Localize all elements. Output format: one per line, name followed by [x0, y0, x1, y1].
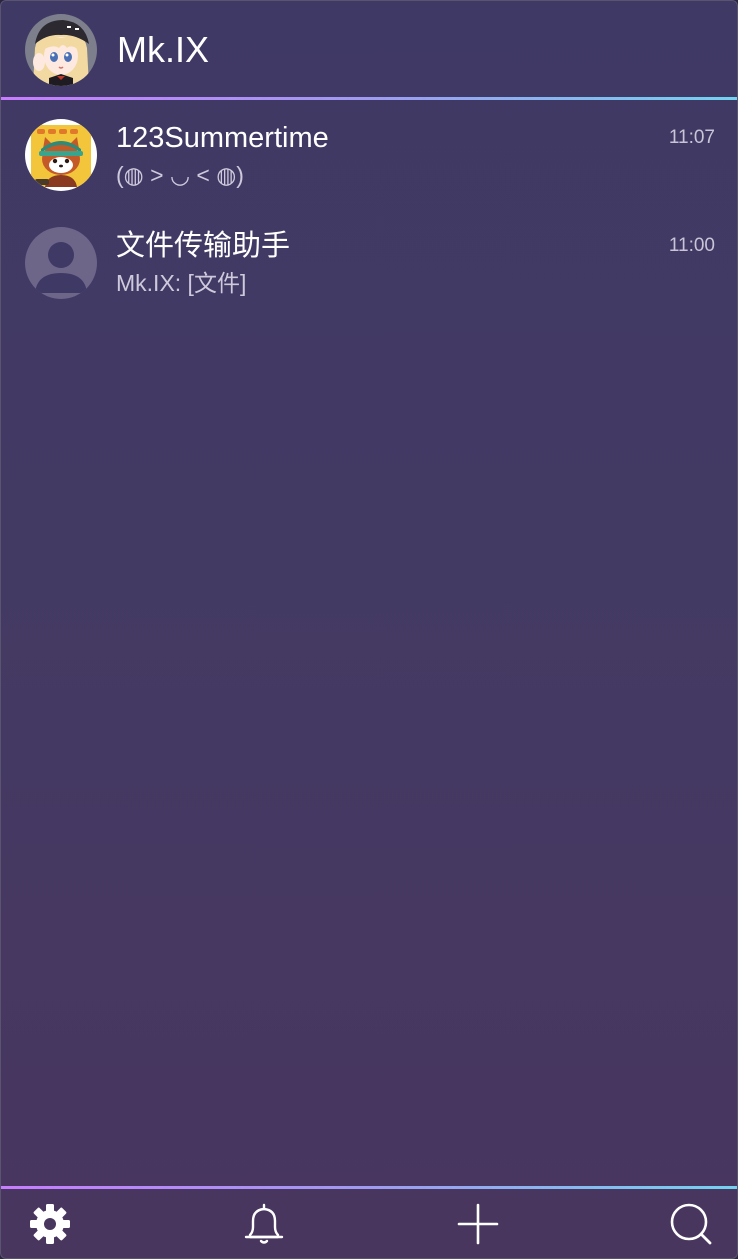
default-user-avatar-icon — [25, 227, 97, 299]
chat-avatar — [25, 227, 97, 299]
bottom-toolbar — [1, 1186, 737, 1258]
anime-girl-avatar-icon — [25, 14, 97, 86]
bell-icon — [244, 1203, 284, 1244]
add-button[interactable] — [454, 1200, 502, 1248]
chat-last-message: Mk.IX: [文件] — [116, 270, 247, 296]
settings-button[interactable] — [26, 1200, 74, 1248]
chat-timestamp: 11:00 — [668, 235, 715, 256]
chat-item-123summertime[interactable]: 123Summertime (◍ > ◡ < ◍) 11:07 — [1, 100, 737, 208]
chat-name: 文件传输助手 — [116, 230, 291, 262]
red-panda-avatar-icon — [25, 119, 97, 191]
chat-avatar — [25, 119, 97, 191]
chat-last-message: (◍ > ◡ < ◍) — [116, 162, 244, 188]
chat-name: 123Summertime — [116, 122, 329, 154]
gear-icon — [30, 1204, 70, 1244]
plus-icon — [457, 1203, 499, 1245]
chat-list: 123Summertime (◍ > ◡ < ◍) 11:07 文件传输助手 M… — [1, 100, 737, 316]
search-button[interactable] — [667, 1200, 715, 1248]
chat-app-window: Mk.IX 123Summertime (◍ > ◡ < ◍) 11:07 文件… — [0, 0, 738, 1259]
search-icon — [670, 1203, 712, 1245]
chat-timestamp: 11:07 — [668, 127, 715, 148]
profile-avatar[interactable] — [25, 14, 97, 86]
notifications-button[interactable] — [240, 1200, 288, 1248]
chat-item-file-transfer[interactable]: 文件传输助手 Mk.IX: [文件] 11:00 — [1, 208, 737, 316]
header-bar: Mk.IX — [1, 1, 737, 100]
footer-divider — [1, 1186, 737, 1189]
account-name: Mk.IX — [117, 29, 210, 70]
